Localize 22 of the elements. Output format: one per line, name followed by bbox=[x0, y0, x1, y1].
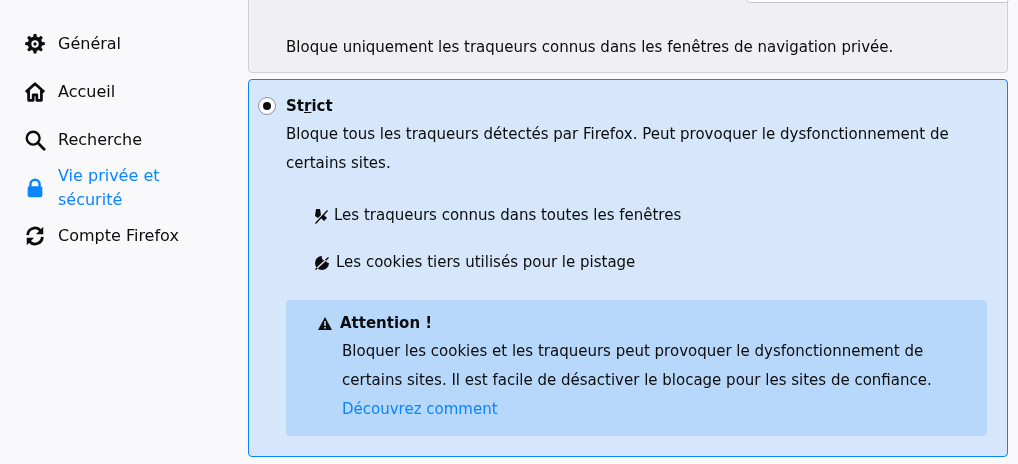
radio-button[interactable] bbox=[258, 97, 276, 115]
sync-icon bbox=[24, 225, 46, 247]
sidebar-item[interactable]: Compte Firefox bbox=[24, 212, 214, 260]
sidebar-item[interactable]: Vie privée et sécurité bbox=[24, 164, 214, 212]
option-card[interactable]: Bloque uniquement les traqueurs connus dans les fenêtres de navigation privée. bbox=[248, 0, 1008, 73]
feature-label: Les cookies tiers utilisés pour le pistage bbox=[336, 252, 636, 274]
tracker-icon bbox=[314, 207, 328, 224]
gear-icon bbox=[24, 33, 46, 55]
home-icon bbox=[24, 81, 46, 103]
sidebar-item[interactable]: Accueil bbox=[24, 68, 214, 116]
option-title: Strict bbox=[286, 95, 333, 117]
warning-title: Attention ! bbox=[340, 313, 433, 334]
sidebar-item[interactable]: Recherche bbox=[24, 116, 214, 164]
search-icon bbox=[24, 129, 46, 151]
warning-text: Bloquer les cookies et les traqueurs peut provoquer le dysfonctionnement de certains sites. Il est facile de désactiver le blocage pour les sites de confiance. bbox=[342, 340, 933, 391]
feature-label: Les traqueurs connus dans toutes les fenêtres bbox=[334, 205, 682, 227]
warning-icon bbox=[318, 316, 332, 330]
option-description: Bloque tous les traqueurs détectés par Firefox. Peut provoquer le dysfonctionnement de certains sites. bbox=[286, 124, 950, 174]
option-card[interactable] bbox=[248, 79, 1008, 457]
sidebar-item[interactable]: Général bbox=[24, 20, 214, 68]
option-description: Bloque uniquement les traqueurs connus dans les fenêtres de navigation privée. bbox=[286, 37, 895, 58]
cookie-icon bbox=[314, 254, 330, 271]
